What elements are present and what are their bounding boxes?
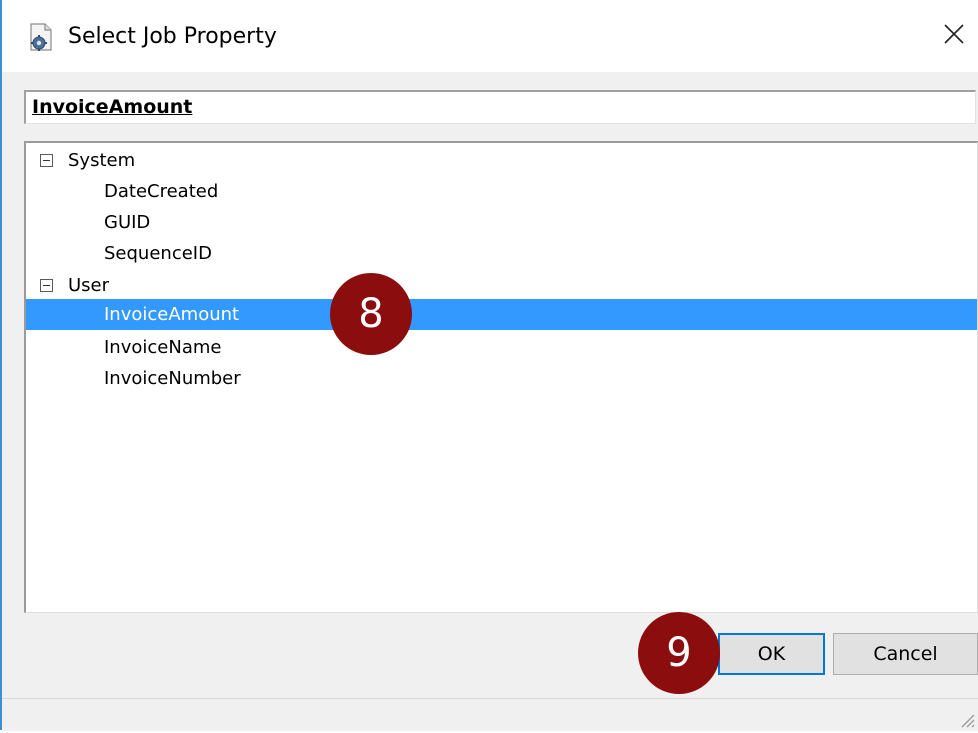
cancel-button[interactable]: Cancel <box>833 633 978 675</box>
title-bar[interactable]: Select Job Property <box>2 0 978 72</box>
tree-item[interactable]: SequenceID <box>26 238 977 269</box>
step-callout-badge: 8 <box>330 273 412 355</box>
tree-item-label: InvoiceAmount <box>104 304 240 325</box>
tree-item-label: SequenceID <box>104 243 212 264</box>
collapse-icon[interactable] <box>40 279 53 292</box>
tree-item[interactable]: InvoiceNumber <box>26 363 977 394</box>
status-bar <box>2 698 978 731</box>
tree-group-label: User <box>68 275 110 296</box>
resize-grip-icon[interactable] <box>956 709 976 729</box>
select-job-property-dialog: Select Job Property InvoiceAmount System… <box>0 0 978 731</box>
dialog-title: Select Job Property <box>68 24 277 49</box>
tree-item[interactable]: GUID <box>26 207 977 238</box>
document-gear-icon <box>26 22 56 52</box>
tree-group-user[interactable]: User <box>26 270 977 301</box>
collapse-icon[interactable] <box>40 154 53 167</box>
tree-item-label: InvoiceName <box>104 337 222 358</box>
ok-button[interactable]: OK <box>718 633 825 675</box>
tree-group-label: System <box>68 150 136 171</box>
tree-item-label: GUID <box>104 212 151 233</box>
property-tree[interactable]: System DateCreated GUID SequenceID User … <box>24 141 978 613</box>
tree-item[interactable]: InvoiceName <box>26 332 977 363</box>
step-callout-badge: 9 <box>638 612 720 694</box>
tree-item-label: DateCreated <box>104 181 219 202</box>
tree-item-selected[interactable]: InvoiceAmount <box>26 299 977 330</box>
property-name-field[interactable]: InvoiceAmount <box>24 90 976 124</box>
close-icon <box>943 23 965 49</box>
tree-group-system[interactable]: System <box>26 145 977 176</box>
close-button[interactable] <box>930 14 978 58</box>
tree-item[interactable]: DateCreated <box>26 176 977 207</box>
tree-item-label: InvoiceNumber <box>104 368 241 389</box>
